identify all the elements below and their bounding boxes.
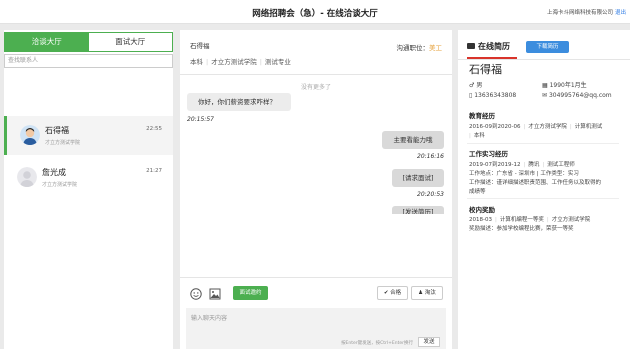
chat-position: 沟通职位：美工 bbox=[397, 42, 443, 52]
candidate-name: 石得福 bbox=[469, 63, 502, 76]
tab-negotiation-hall[interactable]: 洽谈大厅 bbox=[5, 33, 89, 51]
image-icon[interactable] bbox=[209, 288, 221, 300]
send-button[interactable]: 发送 bbox=[418, 337, 440, 347]
logout-link[interactable]: 退出 bbox=[615, 10, 626, 16]
internship-role: 测试工程师 bbox=[547, 162, 575, 168]
company-name: 上海卡斗网络科技有限公司 bbox=[546, 10, 613, 16]
candidate-phone: ▯ 13636343808 bbox=[469, 92, 516, 99]
avatar bbox=[17, 167, 37, 187]
internship-company: 腾讯 bbox=[528, 162, 540, 168]
tag-major: 测试专业 bbox=[264, 58, 291, 66]
internship-title: 工作实习经历 bbox=[469, 150, 508, 158]
candidate-gender: ♂ 男 bbox=[469, 80, 482, 89]
chat-contact-tags: 本科 | 才立方测试学院 | 测试专业 bbox=[190, 58, 291, 66]
resume-divider bbox=[458, 59, 630, 60]
remove-user-icon: ♟ bbox=[418, 290, 424, 296]
award-name: 计算机编程一等奖 bbox=[499, 217, 544, 223]
pass-button-label: 合格 bbox=[390, 290, 402, 296]
contact-panel: 洽谈大厅 面试大厅 查找联系人 石得福 才立方测试学院 22:55 詹光成 才立… bbox=[4, 30, 173, 349]
contact-time: 21:27 bbox=[146, 168, 162, 174]
message-bubble-sent: 主要看能力哦 bbox=[382, 131, 444, 149]
message-composer: 面试邀约 ✔ 合格 ♟ 淘汰 输入聊天内容 按Enter键发送，按Ctrl+En… bbox=[180, 277, 452, 349]
contact-name: 詹光成 bbox=[42, 168, 66, 177]
chat-input[interactable]: 输入聊天内容 按Enter键发送，按Ctrl+Enter换行 发送 bbox=[186, 308, 446, 349]
education-school: 才立方测试学院 bbox=[528, 124, 567, 130]
hall-tabs: 洽谈大厅 面试大厅 bbox=[4, 32, 173, 52]
resume-title-text: 在线简历 bbox=[478, 42, 510, 51]
top-bar: 网络招聘会（急）- 在线洽谈大厅 上海卡斗网络科技有限公司 退出 bbox=[0, 0, 630, 24]
phone-value: 13636343808 bbox=[474, 92, 517, 99]
contact-time: 22:55 bbox=[146, 126, 162, 132]
education-degree: | 本科 bbox=[469, 133, 485, 139]
check-icon: ✔ bbox=[383, 290, 389, 296]
education-period: 2016-09到2020-06 bbox=[469, 124, 521, 130]
no-more-history[interactable]: 没有更多了 bbox=[180, 82, 452, 91]
chat-contact-name: 石得福 bbox=[190, 42, 210, 50]
message-bubble-sent[interactable]: [发送简历] bbox=[392, 206, 444, 214]
interview-invite-button[interactable]: 面试邀约 bbox=[233, 286, 268, 300]
contact-name: 石得福 bbox=[45, 126, 69, 135]
calendar-icon: ▦ bbox=[542, 82, 548, 89]
pass-button[interactable]: ✔ 合格 bbox=[377, 286, 408, 300]
resume-title: 在线简历 bbox=[467, 41, 510, 52]
award-line: 2018-03 | 计算机编程一等奖 | 才立方测试学院 bbox=[469, 217, 591, 223]
gender-value: 男 bbox=[476, 82, 483, 89]
chat-header: 石得福 沟通职位：美工 本科 | 才立方测试学院 | 测试专业 bbox=[180, 30, 452, 75]
internship-location: 工作地点：广东省 - 深圳市 | 工作类型：实习 bbox=[469, 171, 579, 177]
education-degree-value: 本科 bbox=[473, 133, 485, 139]
contact-org: 才立方测试学院 bbox=[45, 140, 81, 146]
emoji-icon[interactable] bbox=[190, 288, 202, 300]
award-school: 才立方测试学院 bbox=[551, 217, 591, 223]
contact-search-input[interactable]: 查找联系人 bbox=[4, 54, 173, 68]
education-major: 计算机测试 bbox=[574, 124, 603, 130]
download-resume-button[interactable]: 下载简历 bbox=[526, 41, 569, 53]
message-bubble-received: 你好，你们薪资要求咋样？ bbox=[187, 93, 291, 111]
reject-button[interactable]: ♟ 淘汰 bbox=[411, 286, 443, 300]
contact-item[interactable]: 石得福 才立方测试学院 22:55 bbox=[4, 116, 173, 155]
position-value: 美工 bbox=[429, 44, 442, 52]
internship-description: 工作描述：谨详细描述职责范围、工作任务以及取得的 bbox=[469, 180, 602, 186]
section-divider bbox=[467, 198, 619, 199]
tag-school: 才立方测试学院 bbox=[211, 58, 257, 66]
section-divider bbox=[467, 143, 619, 144]
email-value: 304995764@qq.com bbox=[548, 92, 612, 99]
send-hint: 按Enter键发送，按Ctrl+Enter换行 bbox=[341, 341, 413, 346]
briefcase-icon bbox=[467, 43, 475, 49]
avatar bbox=[20, 125, 40, 145]
contact-org: 才立方测试学院 bbox=[42, 182, 78, 188]
male-icon: ♂ bbox=[469, 82, 475, 89]
birth-value: 1990年1月生 bbox=[549, 82, 587, 89]
position-label: 沟通职位： bbox=[396, 44, 430, 52]
award-date: 2018-03 bbox=[469, 217, 492, 223]
chat-panel: 石得福 沟通职位：美工 本科 | 才立方测试学院 | 测试专业 没有更多了 你好，你们薪… bbox=[180, 30, 452, 349]
internship-period: 2019-07到2019-12 bbox=[469, 162, 521, 168]
company-info: 上海卡斗网络科技有限公司 退出 bbox=[547, 8, 626, 16]
award-description: 奖励描述：参加学校编程比赛，荣获一等奖 bbox=[469, 226, 574, 232]
message-clip: [发送简历] bbox=[392, 206, 444, 214]
phone-icon: ▯ bbox=[469, 92, 473, 99]
internship-description-cont: 成绩等 bbox=[469, 189, 486, 195]
resume-panel: 在线简历 下载简历 石得福 ♂ 男 ▦ 1990年1月生 ▯ 136363438… bbox=[458, 30, 630, 349]
message-time: 20:15:57 bbox=[187, 116, 214, 123]
tab-interview-hall[interactable]: 面试大厅 bbox=[88, 33, 172, 51]
message-bubble-sent[interactable]: [请求面试] bbox=[392, 169, 444, 187]
chat-input-placeholder: 输入聊天内容 bbox=[191, 315, 228, 322]
candidate-email: ✉ 304995764@qq.com bbox=[542, 92, 612, 99]
education-title: 教育经历 bbox=[469, 112, 495, 120]
reject-button-label: 淘汰 bbox=[424, 290, 436, 296]
message-time: 20:16:16 bbox=[417, 153, 444, 160]
internship-line: 2019-07到2019-12 | 腾讯 | 测试工程师 bbox=[469, 162, 575, 168]
contact-item[interactable]: 詹光成 才立方测试学院 21:27 bbox=[4, 158, 173, 197]
tag-degree: 本科 bbox=[190, 58, 203, 66]
message-time: 20:20:53 bbox=[417, 191, 444, 198]
awards-title: 校内奖励 bbox=[469, 206, 495, 214]
candidate-birth: ▦ 1990年1月生 bbox=[542, 80, 587, 89]
mail-icon: ✉ bbox=[542, 92, 548, 99]
education-line: 2016-09到2020-06 | 才立方测试学院 | 计算机测试 bbox=[469, 124, 603, 130]
page-title: 网络招聘会（急）- 在线洽谈大厅 bbox=[252, 9, 378, 19]
